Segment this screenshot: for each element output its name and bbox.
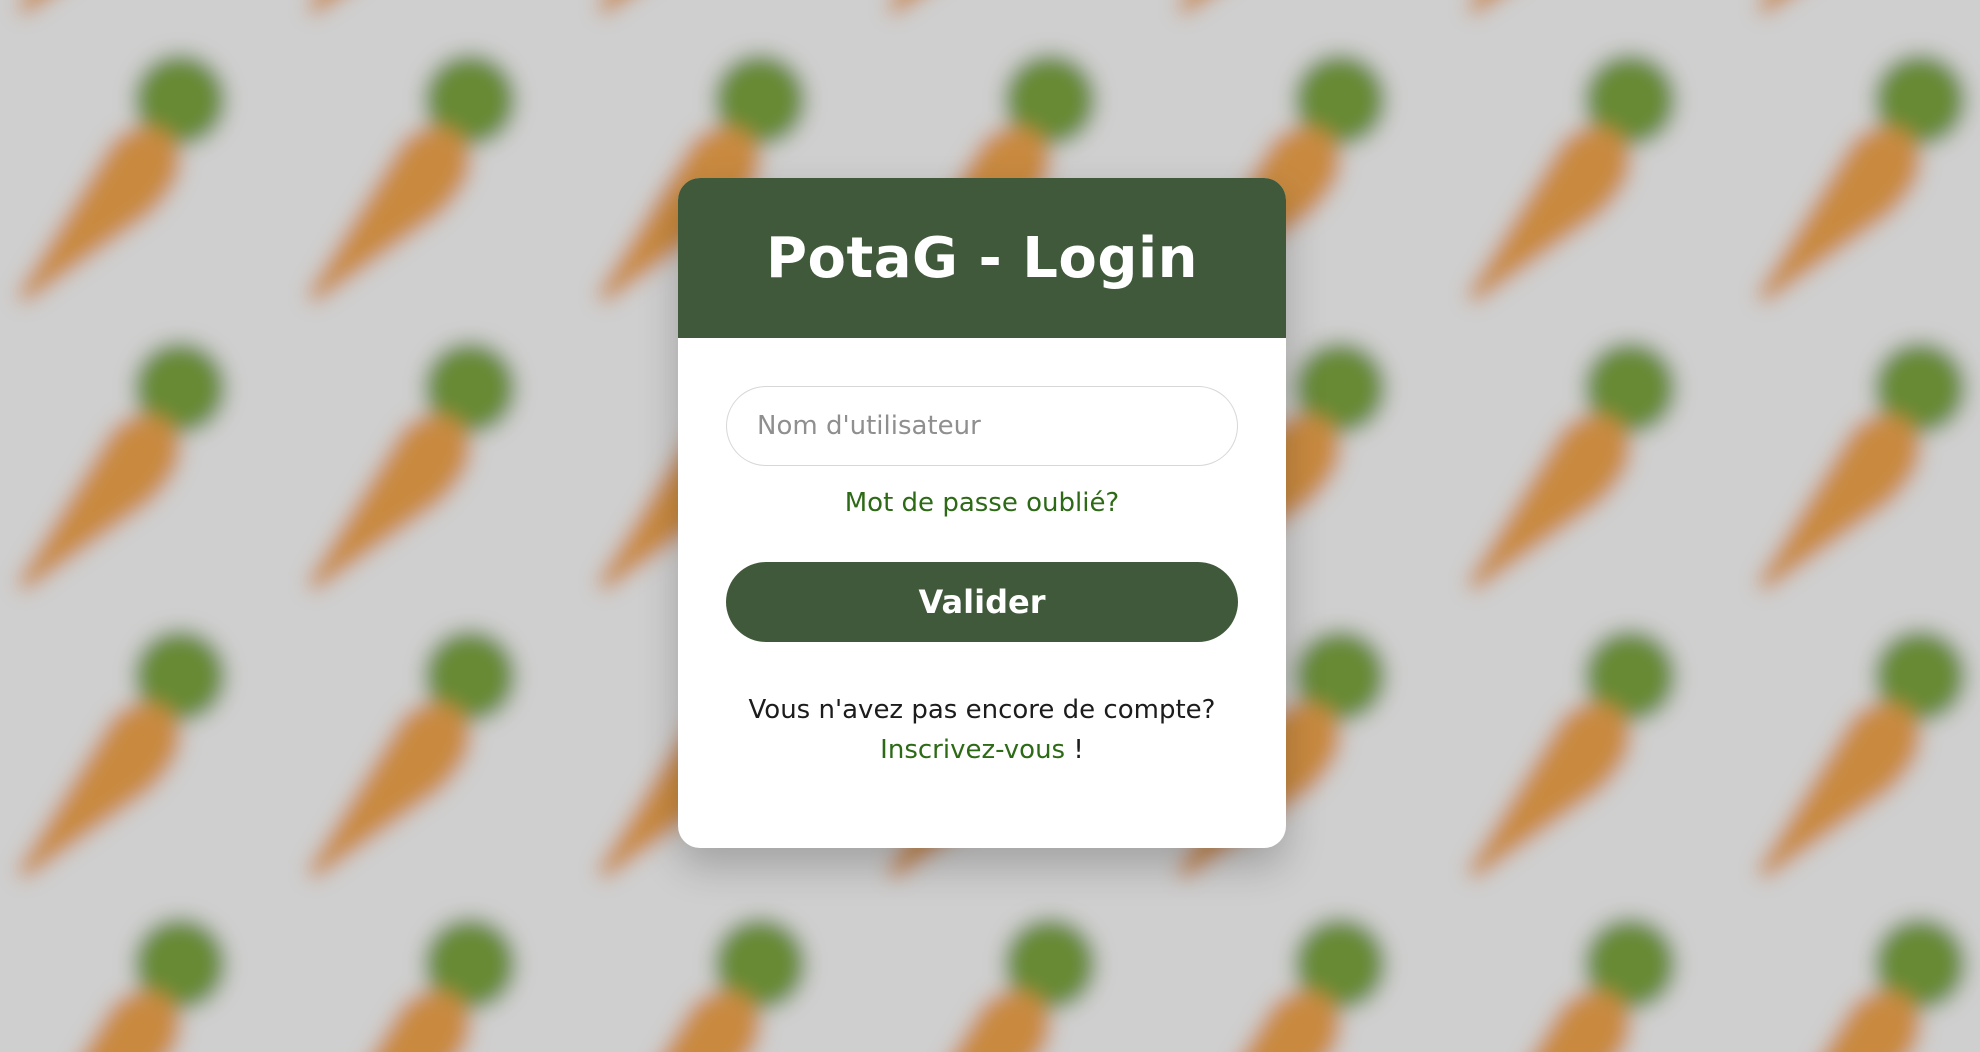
signup-prompt: Vous n'avez pas encore de compte? Inscri… <box>678 690 1286 770</box>
forgot-password-row: Mot de passe oublié? <box>678 488 1286 518</box>
login-card: PotaG - Login Mot de passe oublié? Valid… <box>678 178 1286 848</box>
signup-suffix: ! <box>1073 735 1084 765</box>
signup-link[interactable]: Inscrivez-vous <box>880 735 1065 765</box>
submit-button[interactable]: Valider <box>726 562 1238 642</box>
signup-line: Inscrivez-vous ! <box>678 730 1286 770</box>
login-header: PotaG - Login <box>678 178 1286 338</box>
username-input[interactable] <box>726 386 1238 466</box>
page-title: PotaG - Login <box>765 225 1199 291</box>
forgot-password-link[interactable]: Mot de passe oublié? <box>845 488 1120 518</box>
signup-prompt-text: Vous n'avez pas encore de compte? <box>748 695 1216 725</box>
username-field-wrapper <box>726 386 1238 466</box>
login-form: Mot de passe oublié? Valider Vous n'avez… <box>678 338 1286 848</box>
